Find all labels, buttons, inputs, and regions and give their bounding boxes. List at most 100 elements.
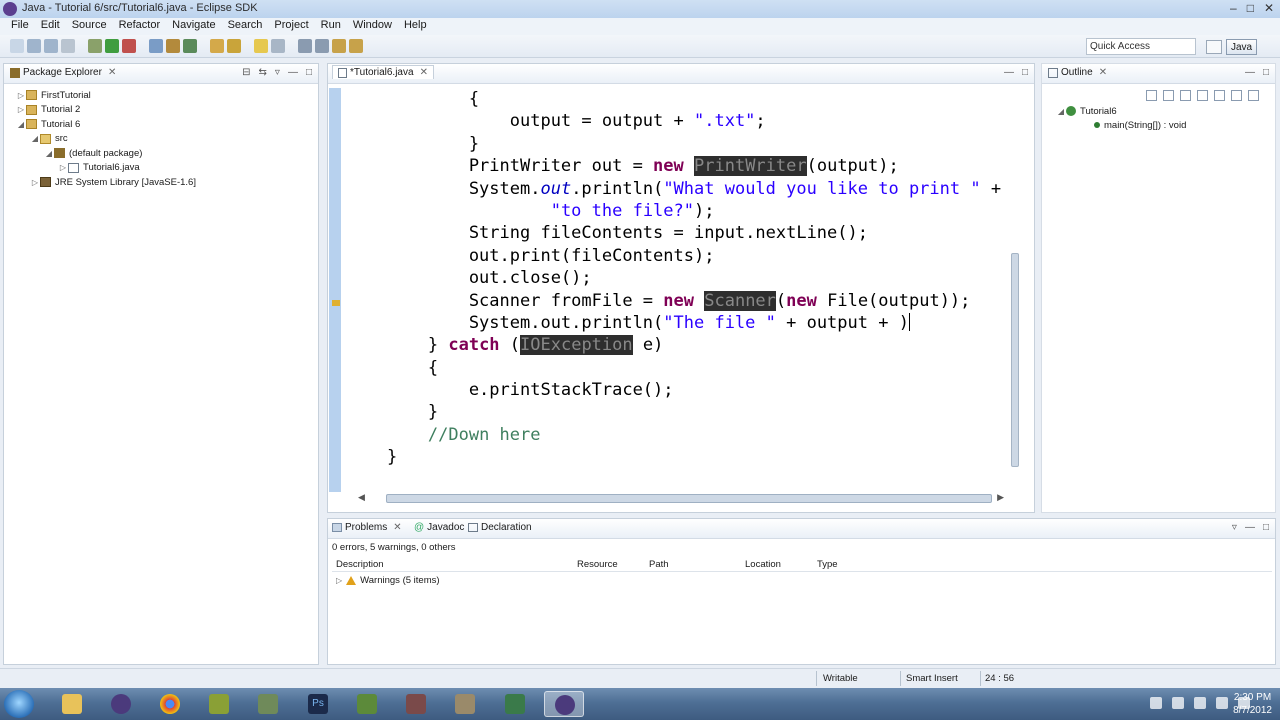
taskbar-explorer[interactable] [52,691,92,717]
tab-tutorial6-java[interactable]: *Tutorial6.java ✕ [332,65,434,79]
outline-item-class[interactable]: ◢ Tutorial6 [1056,104,1117,119]
taskbar-app-8[interactable] [396,691,436,717]
table-row[interactable]: ▷ Warnings (5 items) [332,575,440,586]
scroll-thumb[interactable] [1011,253,1019,467]
menu-window[interactable]: Window [347,18,398,35]
tree-item-firsttutorial[interactable]: ▷ FirstTutorial [4,88,318,103]
new-icon[interactable] [10,39,24,53]
annotation-ruler[interactable] [329,88,341,492]
tab-outline[interactable]: Outline ✕ [1048,67,1107,78]
tray-show-hidden-icon[interactable] [1150,697,1162,709]
maximize-icon[interactable]: □ [1022,67,1028,78]
tab-package-explorer[interactable]: Package Explorer ✕ [10,67,116,78]
maximize-icon[interactable]: □ [1263,522,1269,533]
show-whitespace-icon[interactable] [271,39,285,53]
hide-static-icon[interactable] [1197,90,1208,101]
back-icon[interactable] [332,39,346,53]
hide-local-types-icon[interactable] [1231,90,1242,101]
link-with-editor-icon[interactable]: ⇆ [259,67,267,78]
run-icon[interactable] [105,39,119,53]
view-menu-icon[interactable]: ▿ [275,67,280,78]
column-location[interactable]: Location [745,559,781,570]
collapse-arrow-icon[interactable]: ◢ [44,149,54,158]
new-java-project-icon[interactable] [149,39,163,53]
menu-run[interactable]: Run [315,18,347,35]
forward-icon[interactable] [349,39,363,53]
taskbar-app-9[interactable] [445,691,485,717]
minimize-icon[interactable]: — [288,67,298,78]
close-icon[interactable]: ✕ [393,522,401,533]
scroll-left-icon[interactable]: ◀ [358,492,365,503]
save-icon[interactable] [27,39,41,53]
collapse-arrow-icon[interactable]: ◢ [16,120,26,129]
editor-horizontal-scrollbar[interactable]: ◀ ▶ [358,492,1004,504]
menu-navigate[interactable]: Navigate [166,18,221,35]
tree-item-src[interactable]: ◢ src [4,132,318,147]
tree-item-tutorial-6[interactable]: ◢ Tutorial 6 [4,117,318,132]
close-icon[interactable]: ✕ [1099,67,1107,78]
collapse-arrow-icon[interactable]: ◢ [1056,107,1066,116]
new-package-icon[interactable] [166,39,180,53]
menu-file[interactable]: File [5,18,35,35]
expand-arrow-icon[interactable]: ▷ [16,105,26,114]
expand-arrow-icon[interactable]: ▷ [58,163,68,172]
open-perspective-icon[interactable] [1206,40,1222,54]
collapse-all-icon[interactable]: ⊟ [242,67,250,78]
tree-item-tutorial6-java[interactable]: ▷ Tutorial6.java [4,161,318,176]
expand-arrow-icon[interactable]: ▷ [16,91,26,100]
maximize-icon[interactable]: □ [306,67,312,78]
expand-arrow-icon[interactable]: ▷ [30,178,40,187]
taskbar-app-5[interactable] [248,691,288,717]
print-icon[interactable] [61,39,75,53]
tree-item-default-package[interactable]: ◢ (default package) [4,146,318,161]
minimize-icon[interactable]: — [1245,522,1255,533]
menu-refactor[interactable]: Refactor [113,18,167,35]
warning-marker-icon[interactable] [332,300,340,306]
column-resource[interactable]: Resource [577,559,618,570]
menu-edit[interactable]: Edit [35,18,66,35]
external-tools-icon[interactable] [122,39,136,53]
collapse-arrow-icon[interactable]: ◢ [30,134,40,143]
clock[interactable]: 2:30 PM 8/7/2012 [1233,691,1272,717]
taskbar-chrome[interactable] [150,691,190,717]
open-type-icon[interactable] [210,39,224,53]
collapse-all-icon[interactable] [1146,90,1157,101]
tree-item-jre-library[interactable]: ▷ JRE System Library [JavaSE-1.6] [4,175,318,190]
menu-source[interactable]: Source [66,18,113,35]
debug-icon[interactable] [88,39,102,53]
maximize-icon[interactable]: □ [1247,1,1254,15]
menu-project[interactable]: Project [268,18,314,35]
taskbar-eclipse-pinned[interactable] [101,691,141,717]
column-description[interactable]: Description [336,559,384,570]
quick-access-input[interactable]: Quick Access [1086,38,1196,55]
taskbar-app-4[interactable] [199,691,239,717]
tab-javadoc[interactable]: @ Javadoc [414,522,464,533]
save-all-icon[interactable] [44,39,58,53]
close-icon[interactable]: ✕ [1264,1,1274,15]
view-menu-icon[interactable]: ▿ [1232,522,1237,533]
previous-annotation-icon[interactable] [315,39,329,53]
hide-fields-icon[interactable] [1180,90,1191,101]
close-icon[interactable]: ✕ [420,67,428,78]
tree-item-tutorial-2[interactable]: ▷ Tutorial 2 [4,103,318,118]
taskbar-eclipse-active[interactable] [544,691,584,717]
new-class-icon[interactable] [183,39,197,53]
minimize-icon[interactable]: — [1004,67,1014,78]
scroll-thumb[interactable] [386,494,992,503]
toggle-mark-occurrences-icon[interactable] [254,39,268,53]
minimize-icon[interactable]: — [1245,67,1255,78]
menu-help[interactable]: Help [398,18,433,35]
next-annotation-icon[interactable] [298,39,312,53]
outline-item-method[interactable]: main(String[]) : void [1094,118,1186,133]
sort-icon[interactable] [1163,90,1174,101]
tab-problems[interactable]: Problems ✕ [332,522,402,533]
tab-declaration[interactable]: Declaration [468,522,532,533]
view-menu-icon[interactable] [1248,90,1259,101]
taskbar-minecraft[interactable] [347,691,387,717]
column-path[interactable]: Path [649,559,669,570]
tray-network-icon[interactable] [1216,697,1228,709]
taskbar-app-10[interactable] [495,691,535,717]
close-icon[interactable]: ✕ [108,67,116,78]
start-button[interactable] [4,690,34,718]
hide-nonpublic-icon[interactable] [1214,90,1225,101]
